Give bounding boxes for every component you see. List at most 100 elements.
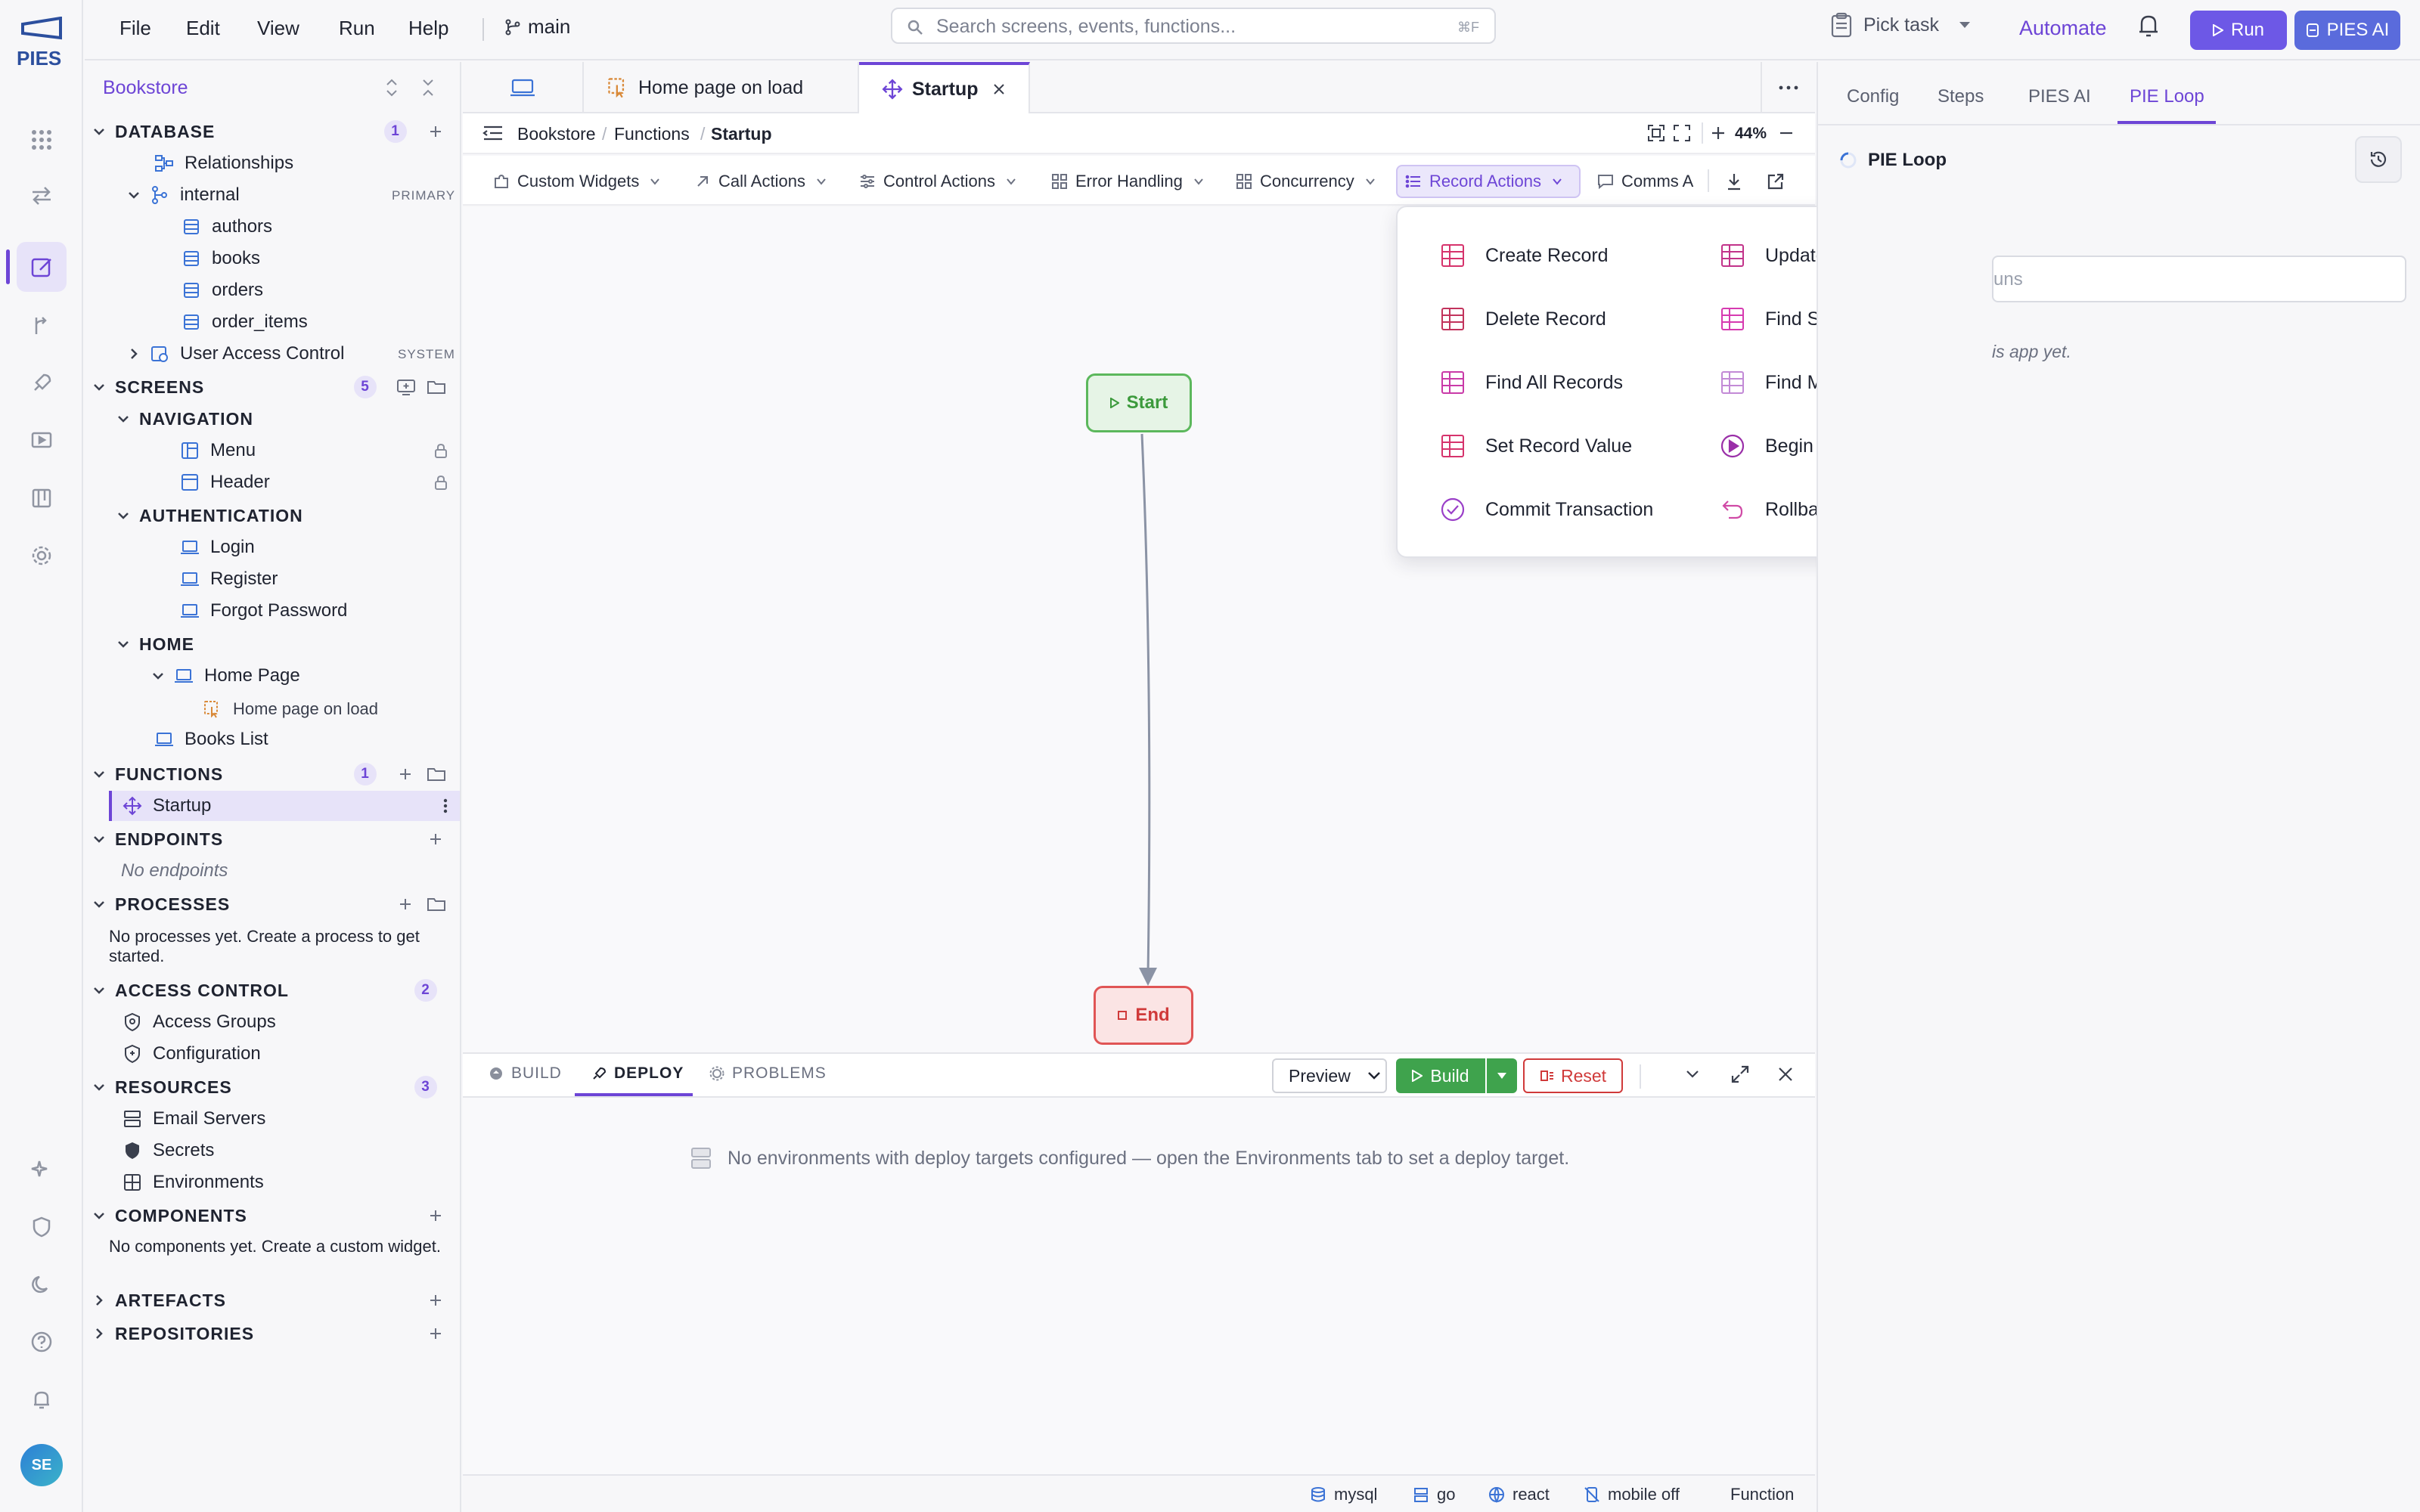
tab-startup[interactable]: Startup [859, 62, 1030, 113]
pick-task-dropdown[interactable]: Pick task [1830, 12, 1971, 38]
chevron-down-icon[interactable] [1685, 1069, 1700, 1080]
tree-item-relationships[interactable]: Relationships [154, 148, 293, 178]
add-icon[interactable] [428, 1208, 443, 1223]
add-icon[interactable] [428, 832, 443, 847]
status-mobile[interactable]: mobile off [1584, 1485, 1680, 1504]
menu-edit[interactable]: Edit [186, 17, 220, 40]
bell-icon[interactable] [17, 1374, 67, 1424]
expand-icon[interactable] [384, 77, 399, 98]
section-screens[interactable]: SCREENS 5 [91, 372, 460, 402]
help-icon[interactable] [17, 1317, 67, 1367]
screen-item-books-list[interactable]: Books List [154, 724, 268, 754]
group-authentication[interactable]: AUTHENTICATION [115, 500, 303, 531]
add-icon[interactable] [428, 1293, 443, 1308]
add-screen-icon[interactable] [396, 378, 416, 396]
fullscreen-icon[interactable] [1673, 124, 1691, 142]
menu-item-create-record[interactable]: Create Record [1440, 240, 1609, 271]
toolbar-error-handling[interactable]: Error Handling [1051, 165, 1204, 198]
editor-icon[interactable] [6, 242, 67, 292]
external-link-icon[interactable] [1767, 172, 1785, 191]
tree-item-internal[interactable]: internal PRIMARY [126, 180, 460, 210]
menu-item-commit-transaction[interactable]: Commit Transaction [1440, 494, 1653, 525]
add-icon[interactable] [428, 1326, 443, 1341]
menu-item-set-record-value[interactable]: Set Record Value [1440, 431, 1632, 461]
toolbar-record-actions[interactable]: Record Actions [1396, 165, 1581, 198]
branch-selector[interactable]: main [504, 15, 570, 39]
tab-deploy[interactable]: DEPLOY [591, 1064, 684, 1083]
screen-item-header[interactable]: Header [180, 467, 460, 497]
table-item-books[interactable]: books [182, 243, 260, 274]
section-artefacts[interactable]: ARTEFACTS [91, 1285, 460, 1315]
add-icon[interactable] [398, 897, 413, 912]
status-ui[interactable]: react [1488, 1485, 1550, 1504]
menu-run[interactable]: Run [339, 17, 375, 40]
shield-icon[interactable] [17, 1202, 67, 1252]
menu-item-find-all-records[interactable]: Find All Records [1440, 367, 1623, 398]
section-functions[interactable]: FUNCTIONS 1 [91, 759, 460, 789]
sparkle-icon[interactable] [17, 1145, 67, 1194]
table-item-order-items[interactable]: order_items [182, 307, 308, 337]
fit-view-icon[interactable] [1647, 124, 1665, 142]
menu-view[interactable]: View [257, 17, 299, 40]
add-folder-icon[interactable] [427, 378, 446, 396]
screen-item-login[interactable]: Login [180, 532, 255, 562]
tab-build[interactable]: BUILD [489, 1064, 562, 1083]
notification-bell-icon[interactable] [2137, 12, 2160, 39]
tab-problems[interactable]: PROBLEMS [709, 1064, 827, 1083]
status-db[interactable]: mysql [1310, 1485, 1377, 1504]
menu-help[interactable]: Help [408, 17, 448, 40]
toggle-sidebar-icon[interactable] [482, 124, 504, 142]
zoom-in-icon[interactable] [1711, 125, 1726, 141]
branch-icon[interactable] [17, 301, 67, 351]
close-icon[interactable] [1777, 1066, 1794, 1083]
build-button[interactable]: Build [1396, 1058, 1485, 1093]
section-access-control[interactable]: ACCESS CONTROL 2 [91, 975, 460, 1005]
screen-item-register[interactable]: Register [180, 564, 278, 594]
tab-device-preview[interactable] [463, 62, 584, 113]
grid-icon[interactable] [17, 115, 67, 165]
environment-select[interactable]: Preview [1272, 1058, 1387, 1093]
maximize-icon[interactable] [1730, 1064, 1750, 1084]
add-icon[interactable] [398, 767, 413, 782]
status-lang[interactable]: go [1413, 1485, 1455, 1504]
add-folder-icon[interactable] [427, 765, 446, 783]
preview-icon[interactable] [17, 416, 67, 466]
reset-button[interactable]: Reset [1523, 1058, 1623, 1093]
event-item-home-page-on-load[interactable]: Home page on load [203, 694, 378, 724]
breadcrumb-functions[interactable]: Functions [614, 124, 690, 144]
download-icon[interactable] [1726, 172, 1742, 191]
settings-icon[interactable] [17, 531, 67, 581]
tab-pie-loop[interactable]: PIE Loop [2130, 86, 2204, 107]
breadcrumb-project[interactable]: Bookstore [517, 124, 596, 144]
moon-icon[interactable] [17, 1259, 67, 1309]
user-avatar[interactable]: SE [20, 1444, 63, 1486]
item-access-groups[interactable]: Access Groups [123, 1007, 276, 1037]
project-name[interactable]: Bookstore [103, 77, 188, 99]
tree-item-user-access-control[interactable]: User Access Control SYSTEM [126, 339, 460, 369]
section-components[interactable]: COMPONENTS [91, 1201, 460, 1231]
menu-file[interactable]: File [119, 17, 151, 40]
item-secrets[interactable]: Secrets [123, 1136, 214, 1166]
table-item-authors[interactable]: authors [182, 212, 272, 242]
tab-config[interactable]: Config [1847, 86, 1899, 107]
automate-button[interactable]: Automate [2019, 17, 2107, 40]
group-navigation[interactable]: NAVIGATION [115, 404, 253, 434]
more-vertical-icon[interactable] [443, 798, 448, 813]
transfer-icon[interactable] [17, 171, 67, 221]
zoom-out-icon[interactable] [1779, 125, 1794, 141]
pies-ai-button[interactable]: PIES AI [2294, 11, 2400, 50]
function-item-startup[interactable]: Startup [109, 791, 460, 821]
toolbar-call-actions[interactable]: Call Actions [694, 165, 827, 198]
start-node[interactable]: Start [1086, 373, 1192, 432]
section-database[interactable]: DATABASE 1 [91, 116, 460, 147]
close-icon[interactable] [992, 82, 1006, 96]
toolbar-comms[interactable]: Comms A [1597, 165, 1703, 198]
add-folder-icon[interactable] [427, 895, 446, 913]
group-home[interactable]: HOME [115, 629, 194, 659]
rocket-icon[interactable] [17, 358, 67, 408]
tab-pies-ai[interactable]: PIES AI [2028, 86, 2091, 107]
item-email-servers[interactable]: Email Servers [123, 1104, 265, 1134]
add-icon[interactable] [428, 124, 443, 139]
toolbar-concurrency[interactable]: Concurrency [1236, 165, 1376, 198]
pies-logo[interactable]: PIES [14, 17, 71, 77]
